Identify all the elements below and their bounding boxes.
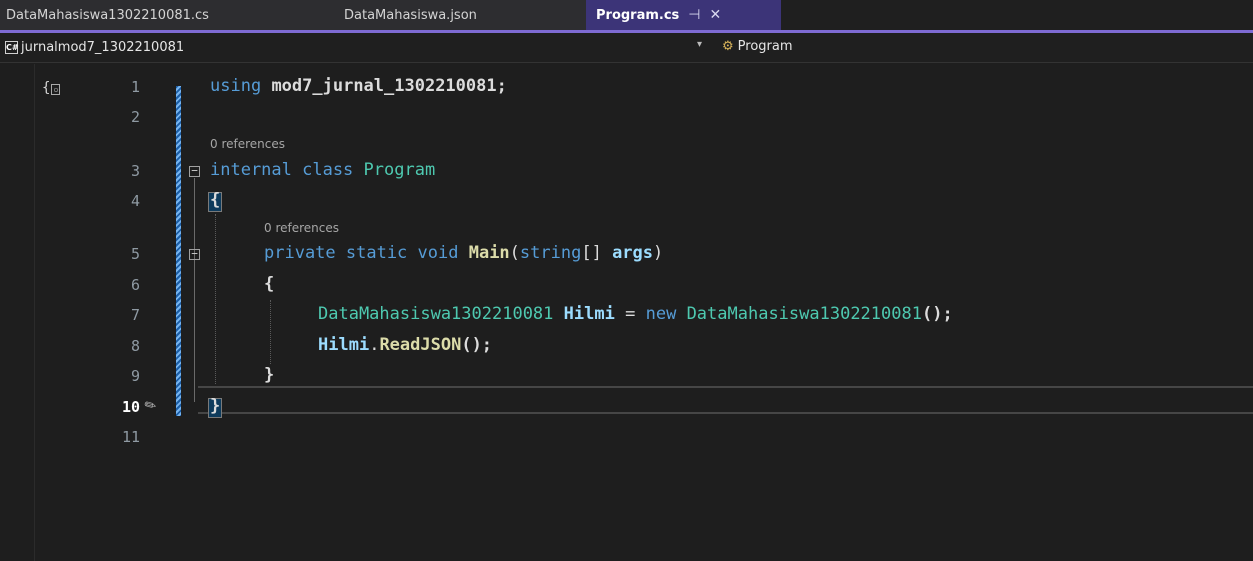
- line-number: 4: [130, 192, 140, 210]
- variable-name: Hilmi: [563, 304, 615, 324]
- line-number: 11: [121, 428, 140, 446]
- code-line-6: {: [264, 274, 274, 294]
- line-number: 9: [130, 367, 140, 385]
- operator: =: [625, 304, 636, 324]
- parameter-name: args: [612, 243, 654, 263]
- line-number: 7: [130, 306, 140, 324]
- keyword: internal class: [210, 160, 354, 180]
- brace: }: [264, 365, 275, 385]
- tab-datamahasiswa-cs[interactable]: DataMahasiswa1302210081.cs: [0, 0, 324, 30]
- csharp-project-icon: C#: [5, 41, 19, 54]
- code-line-7: DataMahasiswa1302210081 Hilmi = new Data…: [318, 304, 953, 324]
- call-end: ();: [461, 335, 493, 355]
- collapse-icon[interactable]: −: [189, 165, 200, 177]
- method-name: ReadJSON: [379, 335, 462, 355]
- line-number: 1: [130, 78, 140, 96]
- project-dropdown[interactable]: C# jurnalmod7_1302210081: [5, 40, 184, 55]
- code-line-10: }: [210, 396, 220, 416]
- editor-left-margin: [0, 64, 35, 561]
- dot: .: [369, 335, 380, 355]
- type-name: DataMahasiswa1302210081: [318, 304, 554, 324]
- method-name: Main: [468, 243, 510, 263]
- tab-datamahasiswa-json[interactable]: DataMahasiswa.json: [324, 0, 586, 30]
- code-line-1: using mod7_jurnal_1302210081;: [210, 76, 507, 96]
- line-number: 8: [130, 337, 140, 355]
- indent-guide: [215, 214, 216, 384]
- line-number: 6: [130, 276, 140, 294]
- code-line-8: Hilmi.ReadJSON();: [318, 335, 492, 355]
- line-number: 5: [130, 245, 140, 263]
- paren: (: [509, 243, 520, 263]
- change-tracking-bar: [176, 86, 181, 416]
- document-tab-strip: DataMahasiswa1302210081.cs DataMahasiswa…: [0, 0, 1253, 33]
- keyword: private static void: [264, 243, 459, 263]
- paren: ): [653, 243, 664, 263]
- code-editor[interactable]: {▫ 1 2 3 4 5 6 7 8 9 10 11 ✎ − − 0 refer…: [0, 64, 1253, 561]
- quick-actions-icon[interactable]: ✎: [142, 396, 160, 416]
- variable-name: Hilmi: [318, 335, 370, 355]
- code-line-5: private static void Main(string[] args): [264, 243, 663, 263]
- member-name: Program: [737, 39, 793, 54]
- close-icon[interactable]: ✕: [710, 7, 722, 23]
- line-number: 3: [130, 162, 140, 180]
- collapse-icon[interactable]: −: [189, 248, 200, 260]
- class-name: Program: [363, 160, 436, 180]
- codelens-references[interactable]: 0 references: [264, 221, 339, 235]
- tab-label: DataMahasiswa1302210081.cs: [6, 7, 209, 23]
- code-line-9: }: [264, 365, 274, 385]
- navigation-bar: C# jurnalmod7_1302210081 ▾ ⚙ Program: [0, 33, 1253, 63]
- brace: {: [264, 274, 275, 294]
- project-name: jurnalmod7_1302210081: [21, 40, 185, 55]
- call-end: ();: [921, 304, 953, 324]
- keyword: using: [210, 76, 262, 96]
- keyword: new: [645, 304, 677, 324]
- codelens-references[interactable]: 0 references: [210, 137, 285, 151]
- member-dropdown[interactable]: ⚙ Program: [722, 39, 793, 54]
- current-line-highlight: [198, 386, 1253, 414]
- brace: {: [210, 190, 221, 210]
- indent-guide: [270, 300, 271, 364]
- type-name: DataMahasiswa1302210081: [686, 304, 922, 324]
- fold-guide: [194, 261, 195, 376]
- pin-icon[interactable]: ⊣: [688, 7, 700, 23]
- namespace-scope-icon[interactable]: {▫: [42, 80, 61, 96]
- tab-program-cs[interactable]: Program.cs ⊣ ✕: [586, 0, 781, 30]
- code-line-3: internal class Program: [210, 160, 435, 180]
- array-brackets: []: [581, 243, 613, 263]
- class-member-icon: ⚙: [722, 39, 734, 54]
- tab-label: Program.cs: [596, 7, 680, 23]
- code-line-4: {: [210, 190, 220, 210]
- keyword: string: [519, 243, 582, 263]
- line-number-current: 10: [121, 398, 140, 416]
- brace: }: [210, 396, 221, 416]
- tab-label: DataMahasiswa.json: [344, 7, 477, 23]
- chevron-down-icon[interactable]: ▾: [697, 39, 702, 50]
- namespace-name: mod7_jurnal_1302210081;: [271, 76, 507, 96]
- line-number: 2: [130, 108, 140, 126]
